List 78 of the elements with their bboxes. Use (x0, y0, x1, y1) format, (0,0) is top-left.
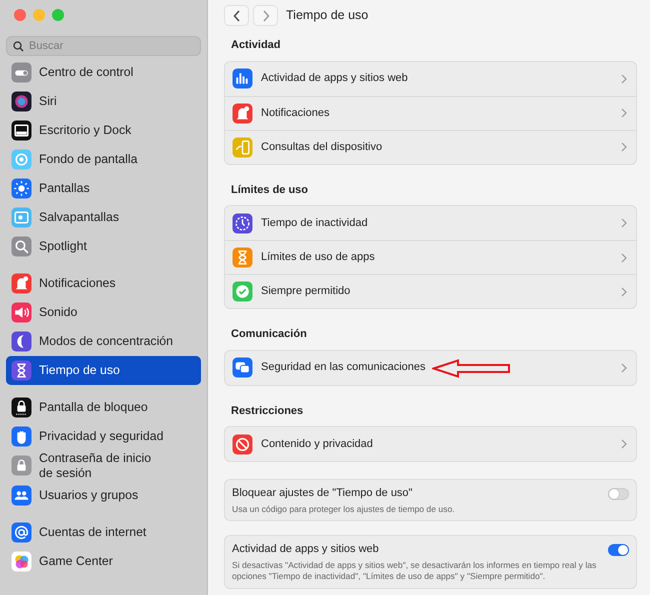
section-heading: Límites de uso (231, 182, 310, 198)
people-icon (11, 484, 32, 506)
setting-description: Usa un código para proteger los ajustes de tiempo de uso. (232, 504, 456, 516)
chevron-icon (621, 286, 627, 296)
dock-icon (11, 120, 32, 141)
section-heading: Restricciones (231, 404, 304, 418)
window-title: Tiempo de uso (286, 7, 368, 24)
chevron-icon (621, 252, 627, 262)
minimize-button[interactable] (33, 9, 45, 21)
orb-icon (11, 91, 32, 112)
sidebar-item[interactable]: Usuarios y grupos (6, 480, 201, 510)
close-button[interactable] (14, 9, 26, 21)
settings-row[interactable]: Consultas del dispositivo (225, 130, 636, 164)
hand-icon (11, 426, 32, 447)
phone-icon (232, 136, 253, 158)
sidebar-item[interactable]: Notificaciones (6, 269, 201, 298)
section-heading: Actividad (231, 38, 282, 53)
chat-icon (232, 357, 253, 378)
setting-title: Bloquear ajustes de "Tiempo de uso" (232, 486, 414, 501)
sidebar-item[interactable]: Pantalla de bloqueo (6, 393, 201, 422)
settings-row[interactable]: Seguridad en las comunicaciones (225, 350, 636, 384)
bar-chart-icon (232, 68, 253, 89)
chevron-icon (621, 218, 627, 228)
sidebar-item[interactable]: Modos de concentración (6, 327, 201, 356)
back-button[interactable] (224, 5, 249, 26)
sidebar-item[interactable]: Fondo de pantalla (6, 145, 201, 174)
magnifier-icon (11, 236, 32, 257)
sidebar-item[interactable]: Pantallas (6, 174, 201, 203)
settings-row[interactable]: Actividad de apps y sitios web (225, 62, 636, 96)
sidebar-item[interactable]: Spotlight (6, 232, 201, 261)
clock-icon (232, 212, 253, 234)
lock-icon (11, 455, 32, 476)
chevron-left-icon (232, 10, 240, 22)
sidebar-item[interactable]: Tiempo de uso (6, 356, 201, 385)
hourglass-icon (11, 360, 32, 381)
chevron-icon (621, 142, 627, 152)
chevron-icon (621, 108, 627, 118)
section-heading: Comunicación (231, 327, 308, 342)
toggle-icon (11, 62, 32, 83)
zoom-button[interactable] (52, 9, 64, 21)
sidebar-item[interactable]: Escritorio y Dock (6, 116, 201, 145)
setting-description: Si desactivas "Actividad de apps y sitios web", se desactivarán los informes en tiempo real y las opciones "Tiempo de inactividad", "Límites de uso de apps" y "Siempre permitido". (232, 560, 598, 583)
search-field[interactable]: Buscar (6, 36, 201, 56)
sidebar-item[interactable]: Game Center (6, 546, 201, 576)
sidebar-item[interactable]: Centro de control (6, 58, 201, 87)
sidebar-item[interactable]: Sonido (6, 298, 201, 327)
sidebar-item[interactable]: Salvapantallas (6, 203, 201, 232)
at-sign-icon (11, 522, 32, 542)
toggle-switch[interactable] (608, 488, 629, 500)
settings-row[interactable]: Siempre permitido (225, 274, 636, 308)
hourglass-icon (232, 247, 253, 268)
sun-icon (11, 178, 32, 199)
prohibited-icon (232, 434, 253, 454)
chevron-icon (621, 74, 627, 84)
sidebar-item[interactable]: Siri (6, 87, 201, 116)
screen-icon (11, 207, 32, 228)
flower-icon (11, 149, 32, 170)
search-input[interactable]: Buscar (29, 38, 194, 54)
setting-title: Actividad de apps y sitios web (232, 542, 380, 558)
chevron-right-icon (262, 10, 270, 22)
sidebar-item[interactable]: Privacidad y seguridad (6, 422, 201, 451)
chevron-icon (621, 362, 627, 372)
settings-row[interactable]: Límites de uso de apps (225, 240, 636, 274)
settings-row[interactable]: Tiempo de inactividad (225, 206, 636, 240)
speaker-icon (11, 302, 32, 323)
lock-icon (11, 397, 32, 418)
bubbles-icon (11, 550, 32, 572)
search-icon (13, 40, 24, 52)
settings-row[interactable]: Contenido y privacidad (225, 427, 636, 461)
chevron-icon (621, 439, 627, 449)
bell-icon (232, 102, 253, 124)
settings-row[interactable]: Notificaciones (225, 96, 636, 130)
moon-icon (11, 331, 32, 352)
toggle-switch[interactable] (608, 544, 629, 556)
sidebar-item[interactable]: Contraseña de inicio de sesión (6, 451, 201, 480)
checkmark-icon (232, 281, 253, 302)
sidebar-item[interactable]: Cuentas de internet (6, 518, 201, 546)
bell-icon (11, 273, 32, 294)
